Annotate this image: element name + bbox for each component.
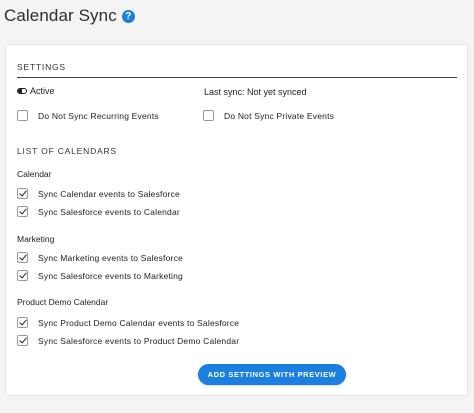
- option-label: Sync Salesforce events to Calendar: [38, 206, 180, 217]
- option-do-not-sync-private[interactable]: Do Not Sync Private Events: [203, 110, 334, 121]
- settings-divider: [17, 77, 457, 78]
- option-do-not-sync-recurring[interactable]: Do Not Sync Recurring Events: [17, 110, 159, 121]
- option-label: Sync Product Demo Calendar events to Sal…: [38, 317, 240, 328]
- checkbox[interactable]: [17, 110, 28, 121]
- calendar-group-name: Marketing: [17, 234, 55, 244]
- sync-option[interactable]: Sync Product Demo Calendar events to Sal…: [17, 317, 239, 328]
- calendars-section-title: LIST OF CALENDARS: [17, 146, 117, 156]
- calendar-group-name: Calendar: [17, 169, 52, 179]
- page-header: Calendar Sync ?: [4, 4, 135, 28]
- checkbox[interactable]: [17, 188, 28, 199]
- sync-option[interactable]: Sync Salesforce events to Marketing: [17, 270, 183, 281]
- checkbox[interactable]: [17, 206, 28, 217]
- checkbox[interactable]: [17, 335, 28, 346]
- sync-option[interactable]: Sync Calendar events to Salesforce: [17, 188, 180, 199]
- help-icon[interactable]: ?: [121, 10, 135, 23]
- option-label: Sync Salesforce events to Marketing: [38, 270, 183, 281]
- add-settings-with-preview-button[interactable]: ADD SETTINGS WITH PREVIEW: [198, 364, 346, 385]
- sync-option[interactable]: Sync Salesforce events to Calendar: [17, 206, 180, 217]
- checkbox[interactable]: [17, 270, 28, 281]
- checkbox[interactable]: [17, 252, 28, 263]
- toggle-icon: [17, 88, 27, 94]
- option-label: Do Not Sync Recurring Events: [38, 110, 159, 121]
- option-label: Sync Salesforce events to Product Demo C…: [38, 335, 240, 346]
- option-label: Sync Calendar events to Salesforce: [38, 188, 180, 199]
- checkbox[interactable]: [203, 110, 214, 121]
- settings-section-title: SETTINGS: [17, 62, 66, 72]
- calendar-group-name: Product Demo Calendar: [17, 297, 109, 307]
- settings-card: SETTINGS Active Last sync: Not yet synce…: [5, 44, 468, 396]
- sync-option[interactable]: Sync Marketing events to Salesforce: [17, 252, 183, 263]
- page-title: Calendar Sync: [4, 6, 117, 25]
- last-sync-status: Last sync: Not yet synced: [204, 87, 307, 97]
- option-label: Sync Marketing events to Salesforce: [38, 252, 183, 263]
- active-toggle[interactable]: Active: [17, 86, 55, 96]
- sync-option[interactable]: Sync Salesforce events to Product Demo C…: [17, 335, 239, 346]
- option-label: Do Not Sync Private Events: [224, 110, 335, 121]
- active-label: Active: [30, 86, 55, 96]
- checkbox[interactable]: [17, 317, 28, 328]
